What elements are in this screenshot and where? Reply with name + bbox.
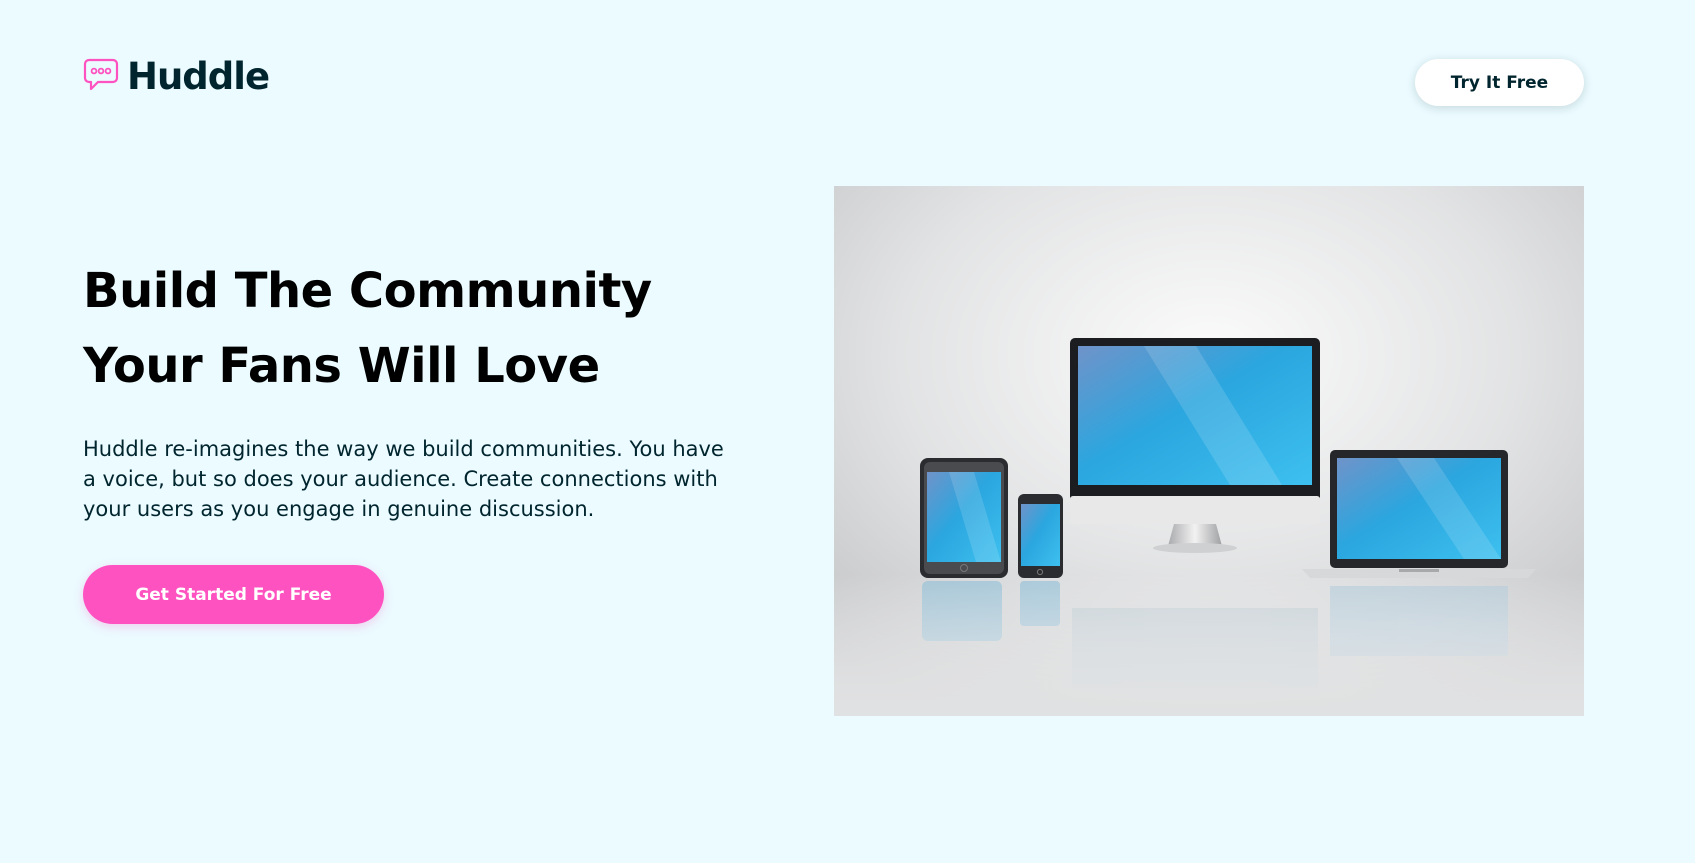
phone-device: [1018, 494, 1063, 578]
hero-title: Build The Community Your Fans Will Love: [83, 254, 783, 404]
logo-link[interactable]: Huddle: [83, 54, 270, 98]
devices-illustration: [834, 186, 1584, 716]
speech-bubble-icon: [83, 58, 119, 91]
landing-page: Huddle Try It Free Build The Community Y…: [0, 0, 1695, 863]
try-it-free-button[interactable]: Try It Free: [1415, 59, 1584, 106]
hero-title-line-1: Build The Community: [83, 263, 652, 319]
hero-description: Huddle re-imagines the way we build comm…: [83, 437, 724, 521]
get-started-button[interactable]: Get Started For Free: [83, 565, 384, 624]
logo-wordmark: Huddle: [127, 54, 270, 98]
hero-title-line-2: Your Fans Will Love: [83, 338, 600, 394]
